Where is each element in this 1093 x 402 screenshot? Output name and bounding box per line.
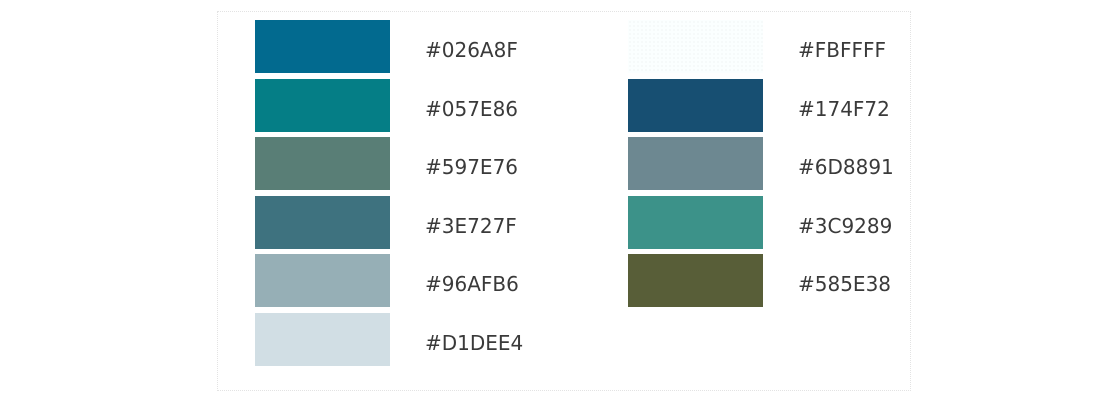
color-swatch <box>255 78 390 132</box>
left-swatch-column: #026A8F #057E86 #597E76 #3E727F #96AFB6 … <box>255 20 555 371</box>
color-swatch <box>628 78 763 132</box>
hex-label: #057E86 <box>425 96 519 121</box>
hex-label: #3C9289 <box>798 213 893 238</box>
hex-label: #6D8891 <box>798 155 894 179</box>
swatch-row: #6D8891 <box>628 137 928 196</box>
color-swatch <box>628 137 763 190</box>
color-swatch <box>628 254 763 307</box>
color-swatch <box>628 195 763 249</box>
hex-label: #597E76 <box>425 155 519 179</box>
hex-label: #D1DEE4 <box>425 330 524 355</box>
color-swatch <box>255 195 390 249</box>
swatch-row: #3E727F <box>255 195 555 255</box>
hex-label: #174F72 <box>798 96 890 121</box>
swatch-row: #057E86 <box>255 78 555 138</box>
swatch-row: #3C9289 <box>628 195 928 255</box>
color-swatch <box>255 20 390 73</box>
swatch-row: #597E76 <box>255 137 555 196</box>
color-swatch <box>255 312 390 366</box>
right-swatch-column: #FBFFFF #174F72 #6D8891 #3C9289 #585E38 <box>628 20 928 313</box>
swatch-row: #174F72 <box>628 78 928 138</box>
swatch-row: #FBFFFF <box>628 20 928 79</box>
swatch-row: #585E38 <box>628 254 928 313</box>
hex-label: #026A8F <box>425 38 518 62</box>
color-swatch <box>628 20 763 73</box>
hex-label: #585E38 <box>798 272 892 296</box>
swatch-row: #D1DEE4 <box>255 312 555 372</box>
swatch-row: #96AFB6 <box>255 254 555 313</box>
hex-label: #FBFFFF <box>798 38 886 62</box>
color-swatch <box>255 254 390 307</box>
hex-label: #96AFB6 <box>425 272 519 296</box>
color-swatch <box>255 137 390 190</box>
hex-label: #3E727F <box>425 213 517 238</box>
swatch-row: #026A8F <box>255 20 555 79</box>
